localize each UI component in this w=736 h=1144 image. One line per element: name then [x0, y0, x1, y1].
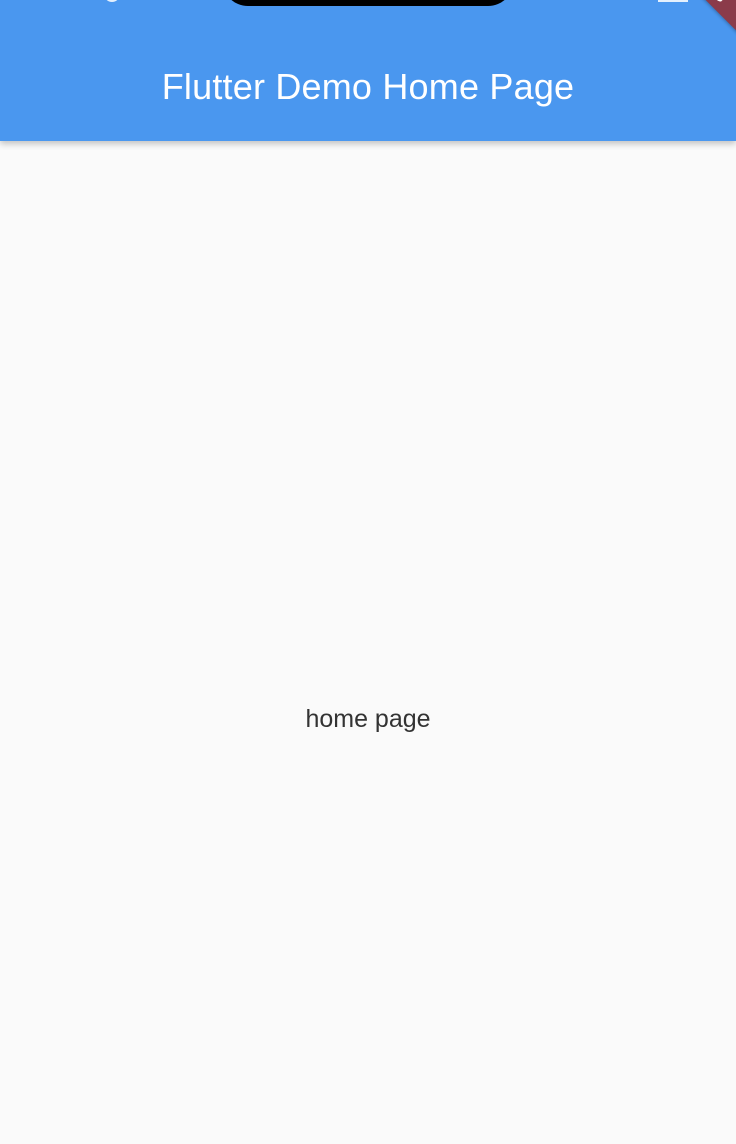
app-bar: Flutter Demo Home Page: [0, 0, 736, 141]
status-bar-fragment-right: [658, 0, 688, 2]
app-screen: Flutter Demo Home Page UG home page: [0, 0, 736, 1144]
home-page-text: home page: [305, 705, 431, 733]
page-body: [0, 141, 736, 1144]
device-notch: [222, 0, 514, 6]
app-bar-title: Flutter Demo Home Page: [161, 66, 575, 107]
